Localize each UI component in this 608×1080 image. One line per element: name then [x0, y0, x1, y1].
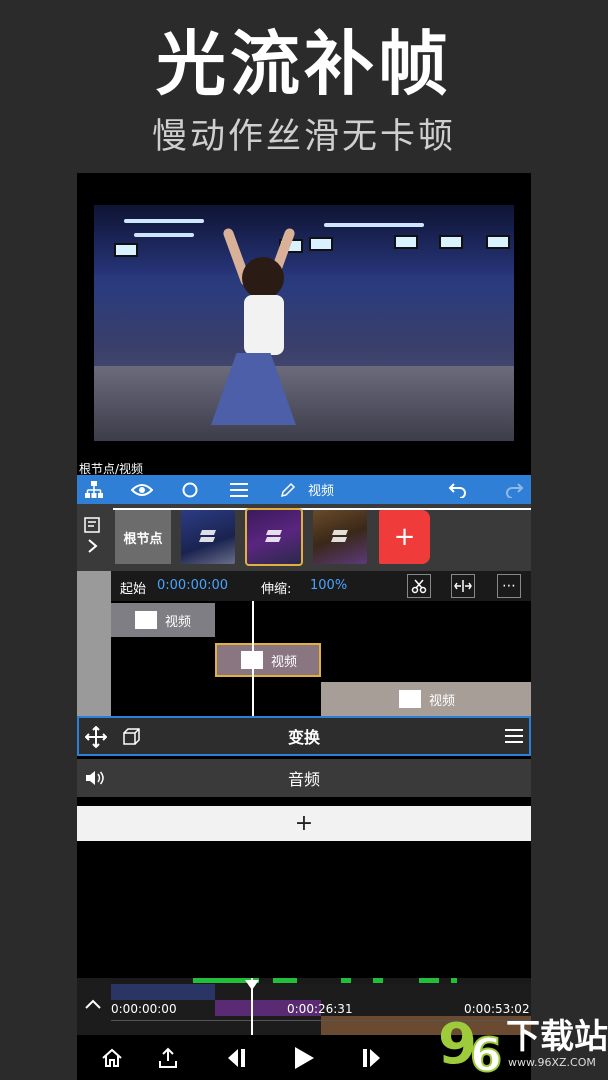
timeline-area: 视频 视频 视频 — [111, 601, 531, 716]
stretch-value[interactable]: 100% — [310, 578, 347, 593]
undo-icon[interactable] — [445, 475, 471, 504]
collapse-up-icon[interactable] — [83, 996, 103, 1015]
home-icon[interactable] — [97, 1035, 127, 1080]
previous-frame-icon[interactable] — [221, 1035, 251, 1080]
node-list-toggle-icon[interactable] — [83, 516, 103, 556]
toolbar-node-label: 视频 — [307, 484, 334, 499]
more-options-icon[interactable]: ⋯ — [497, 574, 521, 598]
circle-icon[interactable] — [177, 475, 203, 504]
time-marker-start: 0:00:00:00 — [111, 1002, 177, 1016]
pencil-icon[interactable] — [277, 475, 299, 504]
eye-icon[interactable] — [127, 475, 157, 504]
menu-icon[interactable] — [227, 475, 251, 504]
timeline-clip-2-selected[interactable]: 视频 — [215, 643, 321, 677]
transform-menu-icon[interactable] — [505, 728, 523, 749]
redo-icon[interactable] — [501, 475, 527, 504]
scissors-icon[interactable] — [407, 574, 431, 598]
watermark-logo: 9 6 下载站 www.96XZ.COM — [436, 1003, 608, 1080]
cube-icon[interactable] — [121, 727, 141, 752]
playhead-marker-icon — [245, 980, 259, 990]
node-thumb-3[interactable] — [313, 510, 367, 564]
add-node-button[interactable]: + — [379, 510, 430, 564]
timeline-playhead[interactable] — [252, 601, 254, 716]
audio-bar[interactable]: 音频 — [77, 759, 531, 797]
logo-96-icon: 9 6 — [438, 1012, 503, 1077]
timeline-track-gutter — [77, 571, 111, 716]
timeline-clip-3[interactable]: 视频 — [321, 682, 531, 716]
video-preview[interactable] — [94, 205, 514, 441]
timeline-header: 起始 0:00:00:00 伸缩: 100% ⋯ — [111, 571, 531, 601]
stretch-label: 伸缩: — [261, 582, 292, 597]
start-value[interactable]: 0:00:00:00 — [157, 578, 228, 593]
start-label: 起始 — [120, 582, 147, 597]
node-strip: 根节点 + — [77, 504, 531, 571]
move-icon[interactable] — [84, 725, 108, 753]
promo-headline: 光流补帧 — [156, 23, 452, 105]
play-icon[interactable] — [289, 1035, 319, 1080]
node-thumb-2-selected[interactable] — [245, 508, 303, 566]
clapper-icon — [399, 690, 421, 708]
add-layer-button[interactable]: + — [77, 806, 531, 841]
node-thumb-1[interactable] — [181, 510, 235, 564]
node-tree-icon[interactable] — [81, 475, 107, 504]
watermark-brand: 下载站 — [506, 1017, 608, 1057]
app-screen: 根节点/视频 视频 根节点 + 起始 0:00:00:00 伸缩: 100% ⋯… — [77, 173, 531, 1080]
svg-text:6: 6 — [470, 1028, 502, 1077]
share-icon[interactable] — [153, 1035, 183, 1080]
time-marker-mid: 0:00:26:31 — [287, 1002, 353, 1016]
timeline-clip-1[interactable]: 视频 — [111, 603, 215, 637]
root-node[interactable]: 根节点 — [115, 510, 171, 564]
next-frame-icon[interactable] — [357, 1035, 387, 1080]
audio-label: 音频 — [287, 770, 320, 789]
top-toolbar: 视频 — [77, 475, 531, 504]
watermark-domain: www.96XZ.COM — [508, 1056, 596, 1069]
speaker-icon — [85, 769, 105, 792]
transform-label: 变换 — [287, 728, 320, 747]
promo-subline: 慢动作丝滑无卡顿 — [151, 117, 456, 157]
clapper-icon — [135, 611, 157, 629]
stretch-icon[interactable] — [451, 574, 475, 598]
transform-bar[interactable]: 变换 — [77, 716, 531, 756]
